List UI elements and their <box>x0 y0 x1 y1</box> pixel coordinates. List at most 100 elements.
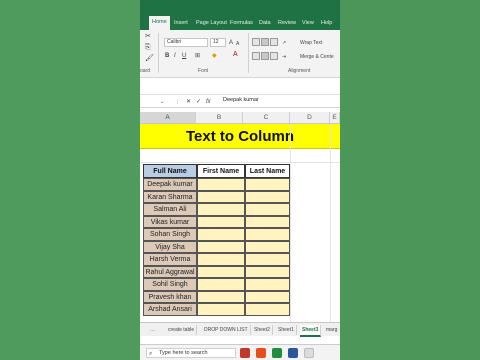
italic-icon[interactable]: I <box>174 52 176 60</box>
first-name-cell[interactable] <box>197 190 245 203</box>
borders-icon[interactable]: ⊞ <box>195 52 200 60</box>
first-name-cell[interactable] <box>197 228 245 241</box>
ribbon-divider <box>158 33 159 73</box>
name-cell[interactable]: Karan Sharma <box>143 190 197 203</box>
first-name-cell[interactable] <box>197 265 245 278</box>
indent-icon[interactable]: ⇥ <box>282 53 286 61</box>
sheet-tab-marg[interactable]: marg <box>324 325 339 335</box>
folder-icon[interactable] <box>304 348 314 358</box>
column-header-b[interactable]: B <box>196 112 243 124</box>
last-name-cell[interactable] <box>245 203 290 216</box>
bold-icon[interactable]: B <box>165 52 169 60</box>
sheet-tab-sheet1[interactable]: Sheet1 <box>276 325 297 335</box>
insert-function-icon[interactable]: fx <box>206 98 211 106</box>
first-name-cell[interactable] <box>197 203 245 216</box>
name-box-dropdown-icon[interactable]: ⌄ <box>160 98 164 106</box>
header-last-name[interactable]: Last Name <box>245 164 290 178</box>
tab-home[interactable]: Home <box>149 16 170 30</box>
first-name-cell[interactable] <box>197 253 245 266</box>
edge-icon[interactable] <box>288 348 298 358</box>
sheet-title[interactable]: Text to Column <box>140 124 340 149</box>
align-right-icon[interactable] <box>270 52 278 60</box>
last-name-cell[interactable] <box>245 178 290 191</box>
taskbar-search[interactable]: Type here to search <box>146 348 236 358</box>
sheet-tab-create-table[interactable]: create table <box>166 325 198 335</box>
name-cell[interactable]: Sohil Singh <box>143 278 197 291</box>
align-bottom-icon[interactable] <box>270 38 278 46</box>
app-icon[interactable] <box>256 348 266 358</box>
fill-color-icon[interactable]: ◆ <box>212 52 217 60</box>
merge-center-button[interactable]: Merge & Cente <box>300 53 334 61</box>
decrease-font-icon[interactable]: A <box>236 40 239 48</box>
clipboard-group-label: oard <box>140 68 151 74</box>
column-header-e[interactable]: E <box>330 112 340 124</box>
wrap-text-button[interactable]: Wrap Text <box>300 39 322 47</box>
tab-view[interactable]: View <box>299 19 317 30</box>
app-icon[interactable] <box>240 348 250 358</box>
spreadsheet-grid[interactable]: A B C D E Text to Column Full Name First… <box>140 112 340 322</box>
last-name-cell[interactable] <box>245 215 290 228</box>
ribbon-divider <box>248 33 249 73</box>
name-cell[interactable]: Rahul Aggrawal <box>143 265 197 278</box>
increase-font-icon[interactable]: A <box>229 39 233 47</box>
header-first-name[interactable]: First Name <box>197 164 245 178</box>
name-cell[interactable]: Arshad Ansari <box>143 303 197 316</box>
last-name-cell[interactable] <box>245 240 290 253</box>
first-name-cell[interactable] <box>197 303 245 316</box>
tab-insert[interactable]: Insert <box>171 19 191 30</box>
gridline <box>140 162 340 163</box>
align-center-icon[interactable] <box>261 52 269 60</box>
column-header-a[interactable]: A <box>140 112 196 124</box>
tab-formulas[interactable]: Formulas <box>227 19 256 30</box>
name-cell[interactable]: Pravesh khan <box>143 290 197 303</box>
align-top-icon[interactable] <box>252 38 260 46</box>
column-header-d[interactable]: D <box>290 112 330 124</box>
ribbon-home: ✂ ⎘ 🖌 oard Calibri 12 A A B I U ⊞ ◆ A Fo… <box>140 30 340 78</box>
align-middle-icon[interactable] <box>261 38 269 46</box>
last-name-cell[interactable] <box>245 265 290 278</box>
last-name-cell[interactable] <box>245 303 290 316</box>
font-size-box[interactable]: 12 <box>210 38 226 47</box>
first-name-cell[interactable] <box>197 178 245 191</box>
last-name-cell[interactable] <box>245 290 290 303</box>
first-name-cell[interactable] <box>197 240 245 253</box>
underline-icon[interactable]: U <box>182 52 186 60</box>
tab-data[interactable]: Data <box>256 19 274 30</box>
last-name-cell[interactable] <box>245 228 290 241</box>
tab-page-layout[interactable]: Page Layout <box>193 19 230 30</box>
name-cell[interactable]: Harsh Verma <box>143 253 197 266</box>
column-header-c[interactable]: C <box>243 112 290 124</box>
last-name-cell[interactable] <box>245 253 290 266</box>
last-name-cell[interactable] <box>245 190 290 203</box>
gridline <box>330 124 331 322</box>
name-cell[interactable]: Salman Ali <box>143 203 197 216</box>
first-name-cell[interactable] <box>197 215 245 228</box>
header-full-name[interactable]: Full Name <box>143 164 197 178</box>
name-cell[interactable]: Sohan Singh <box>143 228 197 241</box>
cancel-icon[interactable]: ✕ <box>186 98 191 106</box>
last-name-cell[interactable] <box>245 278 290 291</box>
cut-icon[interactable]: ✂ <box>145 33 151 41</box>
name-cell[interactable]: Vijay Sha <box>143 240 197 253</box>
format-painter-icon[interactable]: 🖌 <box>145 55 154 63</box>
ellipsis-icon[interactable]: … <box>150 326 155 334</box>
first-name-cell[interactable] <box>197 278 245 291</box>
more-icon: ⋮ <box>175 99 180 105</box>
sheet-tab-sheet2[interactable]: Sheet2 <box>252 325 273 335</box>
first-name-cell[interactable] <box>197 290 245 303</box>
excel-taskbar-icon[interactable] <box>272 348 282 358</box>
copy-icon[interactable]: ⎘ <box>145 44 151 52</box>
formula-input[interactable]: Deepak kumar <box>223 97 259 103</box>
font-group-label: Font <box>198 68 209 74</box>
name-cell[interactable]: Deepak kumar <box>143 178 197 191</box>
font-color-icon[interactable]: A <box>233 51 238 59</box>
font-name-box[interactable]: Calibri <box>164 38 208 47</box>
orientation-icon[interactable]: ↗ <box>282 39 286 47</box>
sheet-tab-sheet3[interactable]: Sheet3 <box>300 325 322 337</box>
sheet-tab-drop-down-list[interactable]: DROP DOWN LIST <box>202 325 251 335</box>
align-left-icon[interactable] <box>252 52 260 60</box>
tab-review[interactable]: Review <box>275 19 299 30</box>
name-cell[interactable]: Vikas kumar <box>143 215 197 228</box>
tab-help[interactable]: Help <box>318 19 335 30</box>
enter-icon[interactable]: ✓ <box>196 98 201 106</box>
